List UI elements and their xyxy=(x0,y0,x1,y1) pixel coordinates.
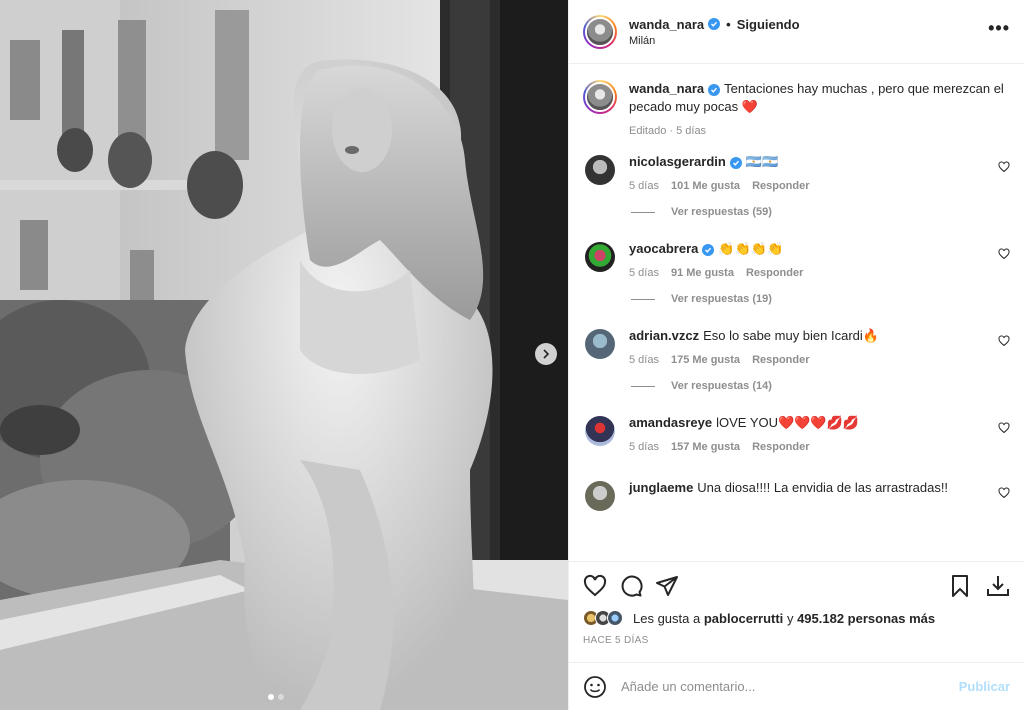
comment-username[interactable]: junglaeme xyxy=(629,480,693,495)
likes-summary[interactable]: Les gusta a pablocerrutti y 495.182 pers… xyxy=(583,610,1010,626)
verified-icon xyxy=(729,157,742,169)
verified-icon xyxy=(708,84,721,96)
publish-button[interactable]: Publicar xyxy=(959,679,1010,694)
post-photo[interactable] xyxy=(0,0,568,710)
comment-item: adrian.vzcz Eso lo sabe muy bien Icardi🔥 … xyxy=(583,327,1010,366)
likes-prefix: Les gusta a xyxy=(633,610,701,626)
download-icon[interactable] xyxy=(986,574,1010,598)
comment-age[interactable]: 5 días xyxy=(629,354,659,366)
view-replies-button[interactable]: Ver respuestas (59) xyxy=(631,206,1010,218)
emoji-icon[interactable] xyxy=(583,675,607,699)
comments-list[interactable]: wanda_nara Tentaciones hay muchas , pero … xyxy=(569,64,1024,561)
reply-button[interactable]: Responder xyxy=(746,267,803,279)
caption-age[interactable]: 5 días xyxy=(676,125,706,137)
comment-age[interactable]: 5 días xyxy=(629,441,659,453)
following-button[interactable]: Siguiendo xyxy=(737,17,800,32)
verified-icon xyxy=(702,244,715,256)
bookmark-icon[interactable] xyxy=(948,574,972,598)
author-avatar[interactable] xyxy=(583,14,617,49)
comment-text: Eso lo sabe muy bien Icardi🔥 xyxy=(703,328,879,343)
photo-image xyxy=(0,0,568,710)
commenter-avatar[interactable] xyxy=(585,155,615,185)
reply-button[interactable]: Responder xyxy=(752,441,809,453)
verified-icon xyxy=(708,18,721,30)
caption-username[interactable]: wanda_nara xyxy=(629,81,704,96)
post-caption: wanda_nara Tentaciones hay muchas , pero … xyxy=(583,80,1010,137)
reply-button[interactable]: Responder xyxy=(752,180,809,192)
view-replies-label: Ver respuestas (14) xyxy=(671,380,772,392)
share-icon[interactable] xyxy=(655,574,679,598)
post-timestamp[interactable]: HACE 5 DÍAS xyxy=(583,635,1010,646)
heart-icon[interactable] xyxy=(998,487,1010,499)
comment-item: nicolasgerardin 🇦🇷🇦🇷 5 días 101 Me gusta Re… xyxy=(583,153,1010,192)
comment-likes[interactable]: 91 Me gusta xyxy=(671,267,734,279)
comment-username[interactable]: nicolasgerardin xyxy=(629,154,726,169)
likes-count[interactable]: 495.182 personas más xyxy=(797,611,935,626)
liker-username[interactable]: pablocerrutti xyxy=(704,611,783,626)
comment-text: 👏👏👏👏 xyxy=(718,241,784,256)
comment-input[interactable] xyxy=(621,679,959,694)
comment-text: lOVE YOU❤️❤️❤️💋💋 xyxy=(716,415,859,430)
author-username[interactable]: wanda_nara xyxy=(629,17,704,32)
chevron-right-icon xyxy=(543,349,550,359)
comment-likes[interactable]: 101 Me gusta xyxy=(671,180,740,192)
liker-avatars xyxy=(583,610,623,626)
comment-likes[interactable]: 157 Me gusta xyxy=(671,441,740,453)
post-modal: wanda_nara • Siguiendo Milán ••• wanda_n… xyxy=(0,0,1024,710)
comment-age[interactable]: 5 días xyxy=(629,267,659,279)
commenter-avatar[interactable] xyxy=(585,481,615,511)
heart-icon[interactable] xyxy=(583,574,607,598)
post-actions: Les gusta a pablocerrutti y 495.182 pers… xyxy=(569,561,1024,710)
commenter-avatar[interactable] xyxy=(585,242,615,272)
comment-username[interactable]: adrian.vzcz xyxy=(629,328,699,343)
more-options-button[interactable]: ••• xyxy=(988,18,1010,45)
view-replies-label: Ver respuestas (59) xyxy=(671,206,772,218)
comment-username[interactable]: amandasreye xyxy=(629,415,712,430)
view-replies-button[interactable]: Ver respuestas (14) xyxy=(631,380,1010,392)
heart-icon[interactable] xyxy=(998,161,1010,173)
carousel-indicator xyxy=(268,694,284,700)
view-replies-label: Ver respuestas (19) xyxy=(671,293,772,305)
comment-item: junglaeme Una diosa!!!! La envidia de las… xyxy=(583,479,1010,511)
carousel-dot xyxy=(278,694,284,700)
view-replies-button[interactable]: Ver respuestas (19) xyxy=(631,293,1010,305)
post-location[interactable]: Milán xyxy=(629,35,988,47)
comment-icon[interactable] xyxy=(619,574,643,598)
likes-conj: y xyxy=(786,610,794,626)
comment-item: yaocabrera 👏👏👏👏 5 días 91 Me gusta Responde… xyxy=(583,240,1010,279)
caption-avatar[interactable] xyxy=(583,80,617,114)
comment-likes[interactable]: 175 Me gusta xyxy=(671,354,740,366)
heart-icon[interactable] xyxy=(998,422,1010,434)
post-header: wanda_nara • Siguiendo Milán ••• xyxy=(569,0,1024,64)
reply-button[interactable]: Responder xyxy=(752,354,809,366)
add-comment-bar: Publicar xyxy=(569,662,1024,710)
post-sidebar: wanda_nara • Siguiendo Milán ••• wanda_n… xyxy=(568,0,1024,710)
separator-dot: • xyxy=(726,16,731,32)
heart-icon[interactable] xyxy=(998,248,1010,260)
comment-username[interactable]: yaocabrera xyxy=(629,241,698,256)
commenter-avatar[interactable] xyxy=(585,416,615,446)
comment-item: amandasreye lOVE YOU❤️❤️❤️💋💋 5 días 157 Me… xyxy=(583,414,1010,453)
commenter-avatar[interactable] xyxy=(585,329,615,359)
heart-icon[interactable] xyxy=(998,335,1010,347)
comment-text: Una diosa!!!! La envidia de las arrastra… xyxy=(697,480,949,495)
comment-age[interactable]: 5 días xyxy=(629,180,659,192)
next-slide-button[interactable] xyxy=(535,343,557,365)
caption-edited: Editado xyxy=(629,125,667,137)
carousel-dot xyxy=(268,694,274,700)
comment-text: 🇦🇷🇦🇷 xyxy=(745,154,779,169)
